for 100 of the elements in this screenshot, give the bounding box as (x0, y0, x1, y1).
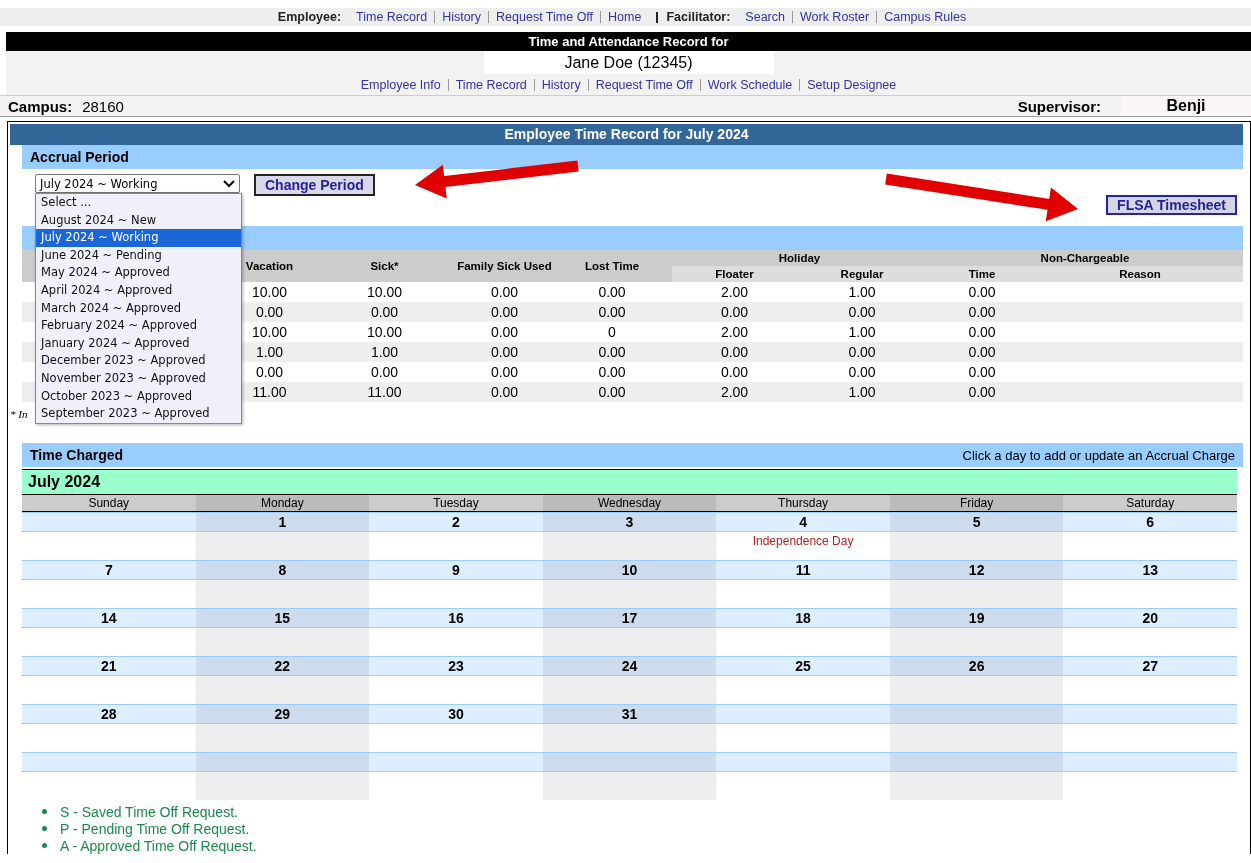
day-cell[interactable] (889, 676, 1064, 704)
nav-link[interactable]: Request Time Off (488, 11, 601, 23)
date-cell[interactable]: 28 (22, 704, 196, 724)
table-cell-text: 1.00 (847, 323, 877, 342)
date-cell[interactable]: 19 (889, 608, 1064, 628)
nav-link[interactable]: Work Schedule (699, 78, 800, 91)
legend-text: S - Saved Time Off Request. (60, 803, 238, 820)
dropdown-option[interactable]: Select ... (36, 194, 241, 212)
date-cell[interactable]: 13 (1063, 560, 1237, 580)
table-cell-text: 0.00 (597, 283, 627, 302)
table-cell-text: 0.00 (597, 363, 627, 382)
date-cell[interactable]: 8 (195, 560, 370, 580)
table-cell-text: 0.00 (254, 363, 285, 382)
nav-link[interactable]: Campus Rules (876, 11, 974, 23)
date-cell[interactable]: 7 (22, 560, 196, 580)
dropdown-option[interactable]: January 2024 ~ Approved (36, 334, 241, 353)
dropdown-option[interactable]: October 2023 ~ Approved (36, 387, 241, 406)
chevron-down-icon (223, 179, 235, 188)
date-cell[interactable]: 22 (195, 656, 370, 676)
table-cell-text: 1.00 (254, 343, 285, 362)
table-cell-text: 0.00 (597, 383, 627, 402)
nav-link[interactable]: Request Time Off (587, 78, 700, 91)
date-cell[interactable]: 18 (716, 608, 890, 628)
dropdown-option[interactable]: March 2024 ~ Approved (36, 299, 241, 318)
table-cell-text: 2.00 (719, 383, 750, 402)
table-cell-text: 10.00 (365, 323, 403, 342)
table-cell-text: 0.00 (489, 343, 520, 362)
day-cell[interactable] (542, 580, 717, 608)
day-cell[interactable] (195, 628, 370, 656)
date-cell[interactable]: 25 (716, 656, 890, 676)
day-cell[interactable] (889, 532, 1064, 560)
date-cell[interactable]: 3 (542, 512, 717, 532)
nav-link[interactable]: History (434, 11, 489, 23)
campus-value: 28160 (82, 97, 124, 115)
day-cell[interactable] (889, 580, 1064, 608)
date-cell[interactable]: 21 (22, 656, 196, 676)
day-cell[interactable] (195, 724, 370, 752)
table-cell-text: 1.00 (847, 383, 877, 402)
date-cell[interactable]: 26 (889, 656, 1064, 676)
nav-link[interactable]: History (533, 78, 588, 91)
holiday-label: Independence Day (752, 534, 854, 548)
date-cell[interactable]: 6 (1063, 512, 1237, 532)
day-cell[interactable] (542, 676, 717, 704)
date-cell[interactable]: 30 (369, 704, 543, 724)
day-cell[interactable] (542, 724, 717, 752)
date-cell[interactable]: 29 (195, 704, 370, 724)
date-cell[interactable]: 5 (889, 512, 1064, 532)
date-cell[interactable]: 1 (195, 512, 370, 532)
title-bar: Time and Attendance Record for (6, 32, 1251, 51)
dropdown-option[interactable]: February 2024 ~ Approved (36, 317, 241, 335)
weekday-header: Wednesday (542, 495, 717, 512)
nav-link[interactable]: Employee Info (353, 78, 448, 91)
dropdown-option[interactable]: April 2024 ~ Approved (36, 281, 241, 300)
dropdown-option[interactable]: July 2024 ~ Working (36, 229, 241, 247)
date-cell[interactable]: 17 (542, 608, 717, 628)
nav-link[interactable]: Work Roster (791, 11, 877, 23)
nav-link[interactable]: Search (738, 11, 792, 23)
day-cell[interactable] (542, 532, 717, 560)
date-cell[interactable]: 14 (22, 608, 196, 628)
table-cell-text: 0.00 (597, 303, 627, 322)
dropdown-option[interactable]: December 2023 ~ Approved (36, 352, 241, 370)
dropdown-option[interactable]: September 2023 ~ Approved (36, 405, 241, 423)
date-cell[interactable]: 4 (716, 512, 890, 532)
weekday-header: Tuesday (369, 495, 543, 512)
nav-link[interactable]: Time Record (447, 78, 534, 91)
column-header: Regular (797, 266, 927, 282)
period-select[interactable]: July 2024 ~ Working (35, 174, 240, 193)
nav-link[interactable]: Home (600, 11, 649, 23)
dropdown-option[interactable]: August 2024 ~ New (36, 211, 241, 230)
nav-link[interactable]: Time Record (349, 11, 435, 23)
day-cell[interactable] (195, 580, 370, 608)
date-cell[interactable]: 23 (369, 656, 543, 676)
nav-label: Facilitator: (666, 10, 731, 24)
date-cell[interactable]: 9 (369, 560, 543, 580)
flsa-timesheet-button[interactable]: FLSA Timesheet (1106, 195, 1237, 215)
date-cell[interactable]: 2 (369, 512, 543, 532)
day-cell[interactable] (542, 628, 717, 656)
day-cell[interactable] (195, 676, 370, 704)
day-cell[interactable] (195, 532, 370, 560)
nav-link[interactable]: Setup Designee (799, 78, 904, 91)
date-cell[interactable]: 11 (716, 560, 890, 580)
date-cell[interactable]: 27 (1063, 656, 1237, 676)
day-cell[interactable] (889, 628, 1064, 656)
change-period-button[interactable]: Change Period (254, 174, 375, 196)
table-cell-text: 0.00 (369, 303, 400, 322)
table-cell-text: 10.00 (365, 283, 403, 302)
date-cell[interactable]: 20 (1063, 608, 1237, 628)
hint-text: Click a day to add or update an Accrual Charge (962, 447, 1235, 463)
table-cell-text: 0.00 (847, 303, 877, 322)
table-cell-text: 0.00 (719, 303, 750, 322)
date-cell[interactable]: 16 (369, 608, 543, 628)
table-cell-text: 0.00 (967, 323, 997, 342)
date-cell[interactable]: 24 (542, 656, 717, 676)
date-cell[interactable]: 12 (889, 560, 1064, 580)
bullet-icon (42, 809, 47, 814)
date-cell[interactable]: 10 (542, 560, 717, 580)
table-cell-text: 0.00 (847, 343, 877, 362)
date-cell[interactable]: 31 (542, 704, 717, 724)
date-cell[interactable]: 15 (195, 608, 370, 628)
dropdown-option[interactable]: November 2023 ~ Approved (36, 369, 241, 388)
